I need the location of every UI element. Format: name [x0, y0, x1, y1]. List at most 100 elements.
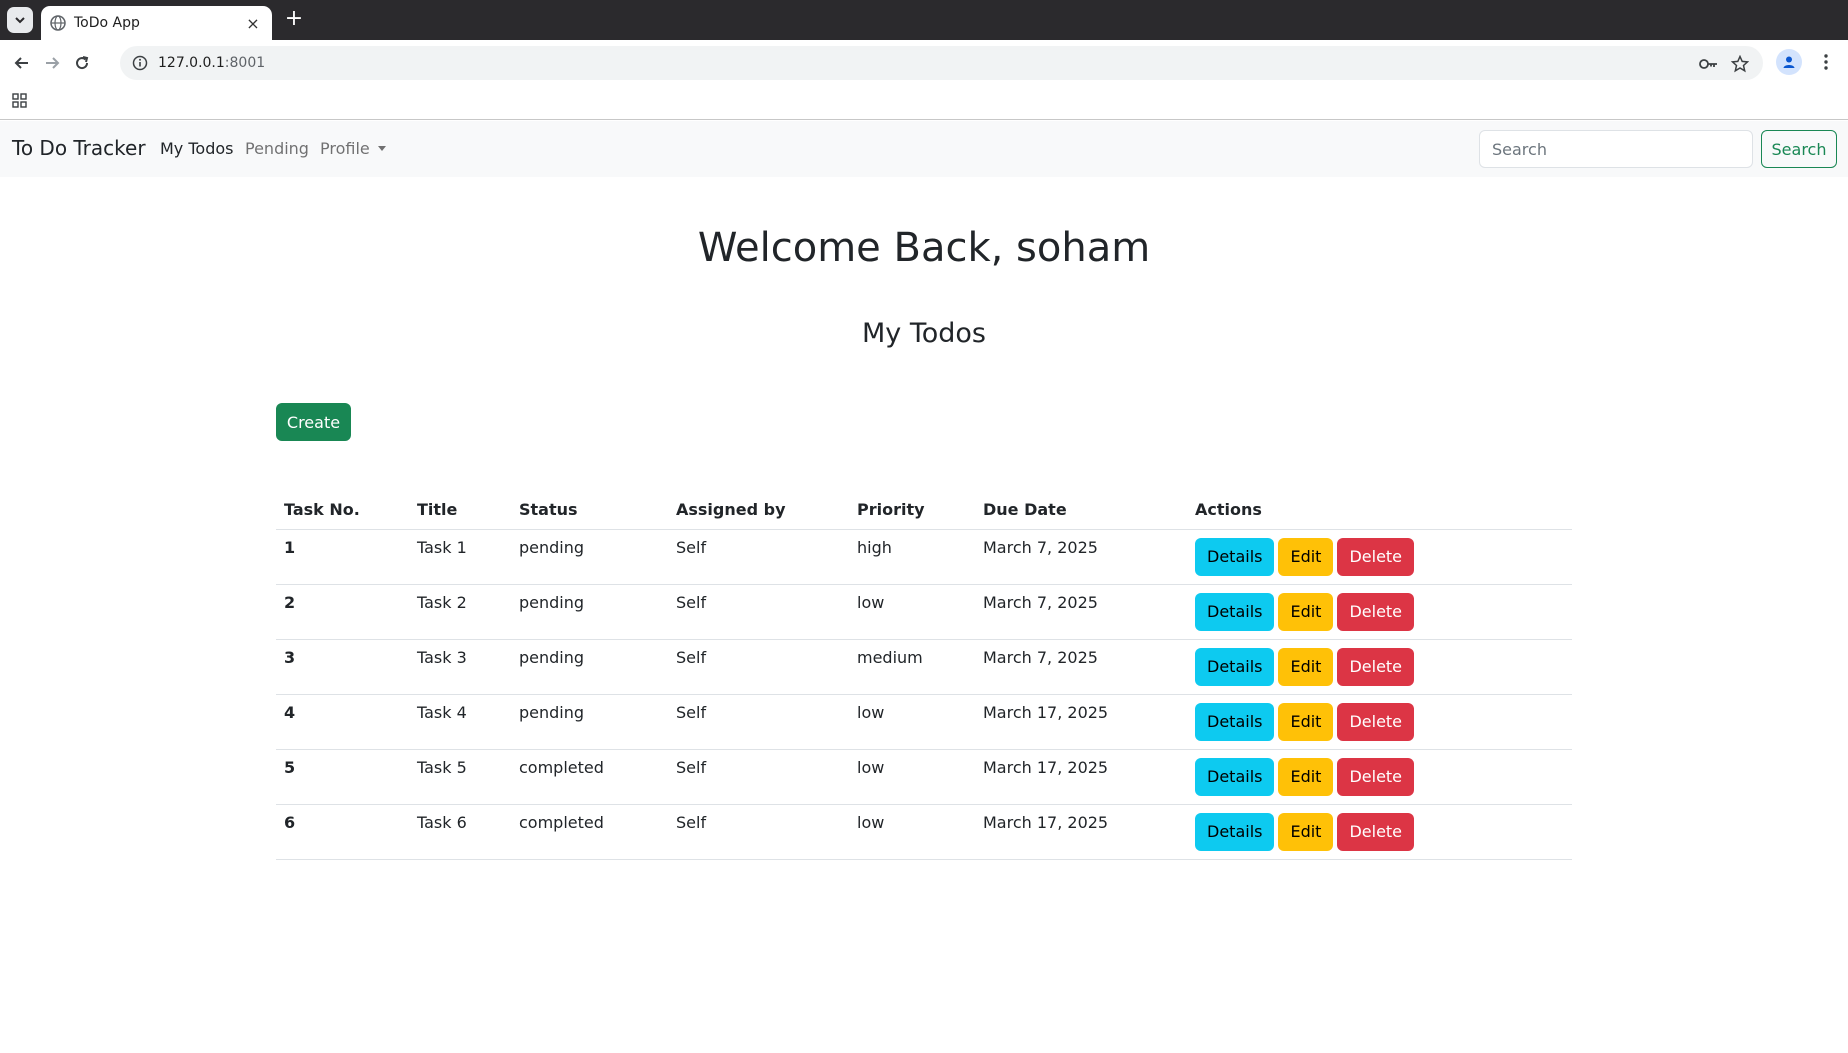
details-button[interactable]: Details: [1195, 812, 1275, 851]
task-number: 5: [276, 749, 409, 805]
column-header-assigned-by: Assigned by: [668, 491, 849, 530]
details-button[interactable]: Details: [1195, 592, 1275, 631]
delete-button[interactable]: Delete: [1337, 537, 1415, 576]
task-title: Task 1: [409, 529, 511, 585]
task-title: Task 2: [409, 584, 511, 640]
back-button[interactable]: [11, 52, 33, 74]
task-due-date: March 7, 2025: [975, 529, 1187, 585]
task-title: Task 4: [409, 694, 511, 750]
task-due-date: March 17, 2025: [975, 694, 1187, 750]
task-due-date: March 17, 2025: [975, 804, 1187, 860]
page-content: To Do Tracker My Todos Pending Profile S…: [0, 121, 1848, 1053]
task-assigned-by: Self: [668, 694, 849, 750]
delete-button[interactable]: Delete: [1337, 757, 1415, 796]
edit-button[interactable]: Edit: [1278, 757, 1334, 796]
task-due-date: March 7, 2025: [975, 639, 1187, 695]
arrow-right-icon: [46, 57, 60, 69]
browser-toolbar: 127.0.0.1:8001: [0, 40, 1848, 86]
reload-button[interactable]: [71, 52, 93, 74]
table-row: 6 Task 6 completed Self low March 17, 20…: [276, 804, 1572, 860]
url-port: :8001: [224, 55, 266, 71]
task-actions: Details Edit Delete: [1187, 749, 1572, 805]
nav-link-my-todos[interactable]: My Todos: [160, 139, 233, 158]
password-key-icon[interactable]: [1699, 54, 1719, 74]
todo-table: Task No. Title Status Assigned by Priori…: [276, 491, 1572, 860]
globe-icon: [50, 15, 66, 31]
table-row: 4 Task 4 pending Self low March 17, 2025…: [276, 694, 1572, 750]
create-button[interactable]: Create: [276, 403, 351, 441]
delete-button[interactable]: Delete: [1337, 592, 1415, 631]
section-title: My Todos: [861, 318, 986, 349]
address-bar[interactable]: 127.0.0.1:8001: [120, 46, 1763, 80]
apps-grid-icon[interactable]: [11, 92, 29, 110]
task-priority: low: [849, 694, 975, 750]
details-button[interactable]: Details: [1195, 647, 1275, 686]
edit-button[interactable]: Edit: [1278, 812, 1334, 851]
task-status: completed: [511, 804, 668, 860]
task-actions: Details Edit Delete: [1187, 804, 1572, 860]
task-priority: low: [849, 804, 975, 860]
task-number: 6: [276, 804, 409, 860]
column-header-status: Status: [511, 491, 668, 530]
chevron-down-icon: [15, 17, 25, 24]
task-number: 3: [276, 639, 409, 695]
details-button[interactable]: Details: [1195, 537, 1275, 576]
task-status: pending: [511, 529, 668, 585]
table-row: 3 Task 3 pending Self medium March 7, 20…: [276, 639, 1572, 695]
details-button[interactable]: Details: [1195, 702, 1275, 741]
task-status: pending: [511, 639, 668, 695]
search-button[interactable]: Search: [1761, 130, 1837, 168]
delete-button[interactable]: Delete: [1337, 702, 1415, 741]
welcome-heading: Welcome Back, soham: [697, 225, 1151, 271]
edit-button[interactable]: Edit: [1278, 647, 1334, 686]
bookmark-star-icon[interactable]: [1730, 54, 1750, 74]
browser-tab[interactable]: ToDo App ×: [41, 6, 272, 40]
edit-button[interactable]: Edit: [1278, 702, 1334, 741]
tab-search-button[interactable]: [7, 7, 33, 33]
task-assigned-by: Self: [668, 639, 849, 695]
forward-button[interactable]: [41, 52, 63, 74]
browser-menu-button[interactable]: [1816, 50, 1836, 74]
task-priority: low: [849, 749, 975, 805]
person-icon: [1783, 56, 1795, 68]
delete-button[interactable]: Delete: [1337, 647, 1415, 686]
close-icon[interactable]: ×: [244, 14, 262, 33]
task-due-date: March 7, 2025: [975, 584, 1187, 640]
tab-title: ToDo App: [74, 15, 140, 31]
nav-link-profile-dropdown[interactable]: Profile: [320, 139, 386, 158]
task-actions: Details Edit Delete: [1187, 694, 1572, 750]
column-header-title: Title: [409, 491, 511, 530]
details-button[interactable]: Details: [1195, 757, 1275, 796]
site-info-icon[interactable]: [132, 55, 148, 71]
edit-button[interactable]: Edit: [1278, 537, 1334, 576]
task-title: Task 3: [409, 639, 511, 695]
search-input[interactable]: [1479, 130, 1753, 168]
navbar-brand[interactable]: To Do Tracker: [12, 136, 146, 160]
task-number: 2: [276, 584, 409, 640]
task-assigned-by: Self: [668, 749, 849, 805]
edit-button[interactable]: Edit: [1278, 592, 1334, 631]
task-assigned-by: Self: [668, 529, 849, 585]
table-row: 5 Task 5 completed Self low March 17, 20…: [276, 749, 1572, 805]
arrow-left-icon: [14, 57, 28, 69]
table-row: 2 Task 2 pending Self low March 7, 2025 …: [276, 584, 1572, 640]
task-assigned-by: Self: [668, 804, 849, 860]
task-priority: high: [849, 529, 975, 585]
column-header-task-no: Task No.: [276, 491, 409, 530]
browser-tab-strip: ToDo App × +: [0, 0, 1848, 40]
column-header-due-date: Due Date: [975, 491, 1187, 530]
task-priority: medium: [849, 639, 975, 695]
column-header-priority: Priority: [849, 491, 975, 530]
delete-button[interactable]: Delete: [1337, 812, 1415, 851]
task-due-date: March 17, 2025: [975, 749, 1187, 805]
reload-icon: [76, 56, 89, 70]
task-number: 1: [276, 529, 409, 585]
task-number: 4: [276, 694, 409, 750]
profile-avatar-button[interactable]: [1776, 49, 1802, 75]
task-actions: Details Edit Delete: [1187, 639, 1572, 695]
new-tab-button[interactable]: +: [282, 8, 306, 32]
task-status: pending: [511, 694, 668, 750]
task-status: completed: [511, 749, 668, 805]
top-navbar: To Do Tracker My Todos Pending Profile S…: [0, 121, 1848, 177]
nav-link-pending[interactable]: Pending: [245, 139, 309, 158]
